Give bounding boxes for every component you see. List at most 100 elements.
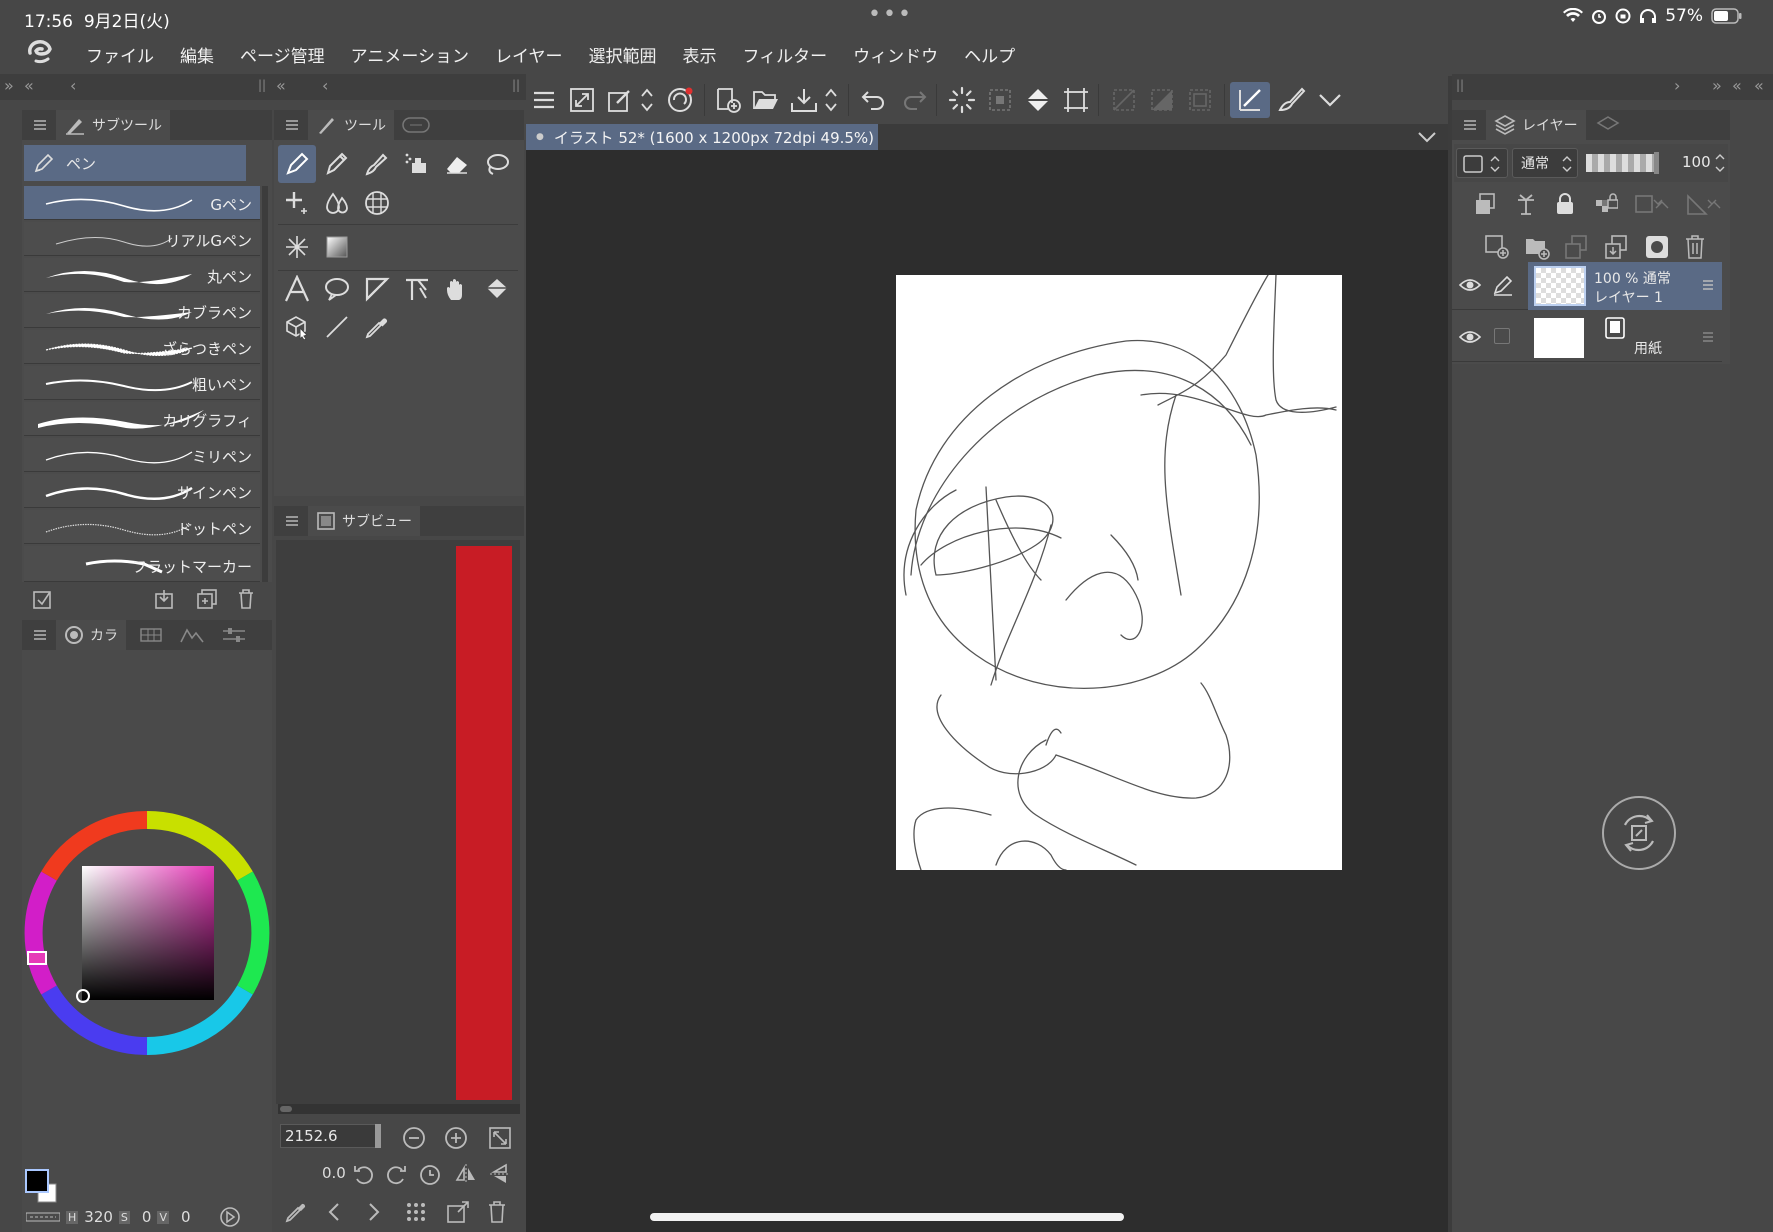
- gradient-tool[interactable]: [318, 228, 356, 266]
- menu-layer[interactable]: レイヤー: [495, 42, 563, 67]
- zoom-in-icon[interactable]: [444, 1126, 468, 1150]
- brush-item[interactable]: リアルGペン: [24, 222, 260, 256]
- brush-item[interactable]: サインペン: [24, 474, 260, 508]
- layer-edit-checkbox[interactable]: [1494, 328, 1510, 344]
- chevron-left-icon[interactable]: [324, 1200, 344, 1224]
- collapse-dock-icon[interactable]: «: [276, 76, 286, 95]
- hue-handle[interactable]: [27, 951, 47, 965]
- save-file-icon[interactable]: [786, 82, 822, 118]
- clip-studio-share-icon[interactable]: [662, 82, 698, 118]
- menu-help[interactable]: ヘルプ: [964, 42, 1015, 67]
- pencil-tool[interactable]: [318, 145, 356, 183]
- layer-color-selector[interactable]: [1456, 148, 1508, 178]
- color-set-tab-icon[interactable]: [140, 627, 162, 643]
- eyedropper-tool[interactable]: [358, 308, 396, 346]
- new-folder-icon[interactable]: [1524, 234, 1550, 260]
- trash-icon[interactable]: [486, 1200, 508, 1224]
- ruler-tool[interactable]: [398, 270, 436, 308]
- figure-line-tool[interactable]: [318, 308, 356, 346]
- opacity-value[interactable]: 100: [1682, 153, 1711, 171]
- clip-studio-logo-icon[interactable]: [24, 39, 64, 69]
- chevron-down-icon[interactable]: [1312, 82, 1348, 118]
- menu-selection[interactable]: 選択範囲: [589, 42, 657, 67]
- brush-stabilization-icon[interactable]: [1274, 82, 1310, 118]
- color-swatch-icons[interactable]: [24, 1168, 64, 1208]
- eye-icon[interactable]: [1458, 328, 1482, 346]
- panel-menu-icon[interactable]: [34, 120, 46, 130]
- sparkle-tool[interactable]: [278, 184, 316, 222]
- create-layer-mask-icon[interactable]: [1644, 234, 1670, 260]
- lock-transparent-icon[interactable]: [1594, 192, 1618, 216]
- panel-menu-icon[interactable]: [1464, 120, 1476, 130]
- menu-page[interactable]: ページ管理: [240, 42, 325, 67]
- tab-tool[interactable]: ツール: [308, 110, 394, 140]
- layer-mask-toggle-icon[interactable]: [1634, 192, 1670, 216]
- fill-command-icon[interactable]: [1020, 82, 1056, 118]
- rotate-right-icon[interactable]: [384, 1162, 408, 1186]
- rotate-left-icon[interactable]: [352, 1162, 376, 1186]
- main-menu-icon[interactable]: [526, 82, 562, 118]
- color-slider-tab-icon[interactable]: [222, 627, 246, 643]
- text-tool[interactable]: [278, 270, 316, 308]
- trash-icon[interactable]: [1684, 234, 1706, 260]
- menu-edit[interactable]: 編集: [180, 42, 214, 67]
- brush-item[interactable]: 粗いペン: [24, 366, 260, 400]
- brush-tool[interactable]: [358, 145, 396, 183]
- opacity-stepper-icon[interactable]: [1714, 152, 1726, 174]
- expand-dock-icon[interactable]: »: [1712, 76, 1722, 95]
- brush-item[interactable]: 丸ペン: [24, 258, 260, 292]
- tab-subtool[interactable]: サブツール: [56, 110, 170, 140]
- brush-item[interactable]: ドットペン: [24, 510, 260, 544]
- layer-drag-handle-icon[interactable]: [1702, 330, 1714, 344]
- panel-menu-icon[interactable]: [286, 516, 298, 526]
- ruler-toggle-icon[interactable]: [1686, 192, 1722, 216]
- brush-item[interactable]: カリグラフィ: [24, 402, 260, 436]
- opacity-slider-handle[interactable]: [1654, 152, 1659, 174]
- chevron-right-icon[interactable]: ›: [1674, 76, 1680, 95]
- subview-canvas[interactable]: [276, 540, 520, 1104]
- open-file-icon[interactable]: [748, 82, 784, 118]
- object-tool[interactable]: [278, 308, 316, 346]
- lock-icon[interactable]: [1554, 192, 1576, 216]
- invert-selection-icon[interactable]: [1144, 82, 1180, 118]
- eyedropper-icon[interactable]: [284, 1200, 308, 1224]
- blend-tool[interactable]: [318, 184, 356, 222]
- eye-icon[interactable]: [1458, 276, 1482, 294]
- multitask-dots-icon[interactable]: •••: [868, 2, 913, 27]
- chevron-left-icon[interactable]: ‹: [322, 76, 328, 95]
- reference-layer-icon[interactable]: [1514, 192, 1538, 216]
- selection-border-icon[interactable]: [1182, 82, 1218, 118]
- import-subtool-icon[interactable]: [154, 588, 176, 610]
- intermediate-color-tab-icon[interactable]: [180, 627, 204, 643]
- transfer-to-lower-layer-icon[interactable]: [1564, 234, 1590, 260]
- fit-canvas-icon[interactable]: [564, 82, 600, 118]
- drag-handle-icon[interactable]: ||: [1456, 78, 1464, 92]
- grid-icon[interactable]: [404, 1200, 428, 1224]
- tab-subview[interactable]: サブビュー: [308, 506, 420, 536]
- subtool-settings-icon[interactable]: [32, 588, 54, 610]
- drag-handle-icon[interactable]: ||: [512, 78, 520, 92]
- brush-item[interactable]: ざらつきペン: [24, 330, 260, 364]
- flip-horizontal-icon[interactable]: [454, 1162, 478, 1186]
- undo-icon[interactable]: [856, 82, 892, 118]
- menu-filter[interactable]: フィルター: [743, 42, 828, 67]
- subtool-group-header[interactable]: ペン: [24, 145, 246, 181]
- color-wheel[interactable]: [24, 810, 270, 1056]
- airbrush-tool[interactable]: [398, 145, 436, 183]
- fit-to-window-icon[interactable]: [488, 1126, 512, 1150]
- new-canvas-icon[interactable]: [710, 82, 746, 118]
- menu-view[interactable]: 表示: [683, 42, 717, 67]
- toolbar-stepper-icon[interactable]: [634, 82, 660, 118]
- collapse-dock-icon[interactable]: «: [1732, 76, 1742, 95]
- brush-item[interactable]: Gペン: [24, 186, 260, 220]
- blend-mode-select[interactable]: 通常: [1512, 148, 1578, 178]
- zoom-slider-handle[interactable]: [375, 1124, 381, 1148]
- opacity-slider[interactable]: [1586, 152, 1659, 174]
- collapse-dock-icon[interactable]: «: [1754, 76, 1764, 95]
- merge-layer-icon[interactable]: [1604, 234, 1630, 260]
- frame-tool[interactable]: [358, 270, 396, 308]
- eraser-tool[interactable]: [438, 145, 476, 183]
- chevron-down-icon[interactable]: [1416, 128, 1438, 146]
- flip-vertical-icon[interactable]: [488, 1162, 512, 1186]
- toolbar-stepper-icon[interactable]: [818, 82, 844, 118]
